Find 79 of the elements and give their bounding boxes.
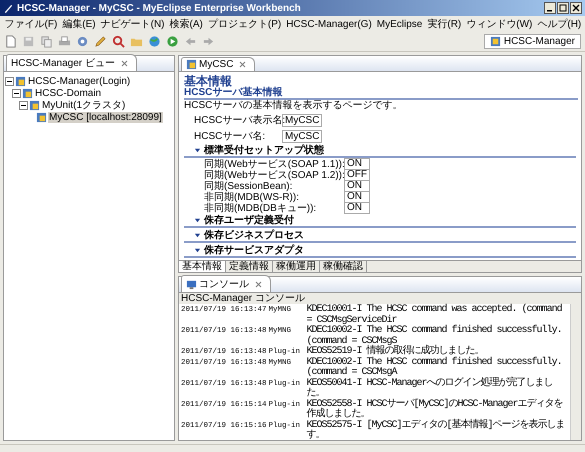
status-label: 非同期(MDB(WS-R)): [204,192,300,202]
tree-item[interactable]: HCSC-Manager(Login) [27,76,132,86]
description-text: HCSCサーバの基本情報を表示するページです。 [184,100,404,111]
close-icon[interactable] [255,280,262,288]
tree-item[interactable]: MyCSC [localhost:28099] [48,112,163,122]
new-file-icon[interactable] [4,35,17,48]
menu-item[interactable]: ファイル(F) [2,17,60,31]
console-label: HCSC-Manager コンソール [179,293,581,304]
page-tab[interactable]: 稼働確認 [320,261,367,272]
status-value: ON [344,190,370,202]
scrollbar[interactable] [570,304,581,440]
node-icon [36,112,47,122]
page-tab[interactable]: 基本情報 [179,261,226,272]
page-tab[interactable]: 稼働運用 [273,261,320,272]
globe-icon[interactable] [148,35,161,48]
print-icon[interactable] [58,35,71,48]
node-icon [15,76,26,86]
value-field: MyCSC [282,130,322,142]
maximize-button[interactable] [557,2,569,14]
status-label: 同期(Webサービス(SOAP 1.1)): [204,158,344,170]
collapse-icon[interactable] [194,217,201,224]
log-message: KEOS52575-I [MyCSC]エディタの[基本情報]ページを表示します。 [306,420,566,442]
minimize-button[interactable] [544,2,556,14]
node-icon [22,88,33,98]
menu-item[interactable]: 検索(A) [167,17,206,31]
log-message: KDEC10001-I The HCSC command was accepted. (command = CSCMsgServiceDir [306,305,563,326]
menu-item[interactable]: 編集(E) [60,17,98,31]
close-icon[interactable] [239,61,246,68]
pencil-icon[interactable] [94,35,107,48]
page-title: 基本情報 [184,73,232,87]
log-message: KEOS50041-I HCSC-Managerへのログイン処理が完了しました。 [306,378,554,399]
status-value: ON [344,180,370,192]
page-tab[interactable]: 定義情報 [226,261,273,272]
node-icon [186,59,197,70]
app-icon [3,2,14,14]
window-title: HCSC-Manager - MyCSC - MyEclipse Enterprise Workbench [17,2,301,14]
field-label: HCSCサーバ表示名: [194,114,282,127]
monitor-icon [186,278,197,290]
menu-item[interactable]: 実行(R) [424,17,464,31]
section-heading: 侏存サービスアダプタ [204,245,304,256]
editor-tab[interactable]: MyCSC [181,57,256,71]
section-heading: 侏存ビジネスプロセス [204,230,304,241]
status-label: 同期(SessionBean): [204,180,294,192]
close-button[interactable] [570,2,582,14]
log-message: KEOS52558-I HCSCサーバ[MyCSC]のHCSC-Managerエディタを作成しました。 [306,400,563,420]
status-label: 同期(Webサービス(SOAP 1.2)): [204,170,344,180]
collapse-icon[interactable] [5,76,14,86]
status-value: ON [344,202,370,214]
field-label: HCSCサーバ名: [194,130,266,143]
tree-item[interactable]: HCSC-Domain [34,88,102,98]
menu-item[interactable]: ナビゲート(N) [98,17,168,31]
close-icon[interactable] [120,60,128,66]
search-icon[interactable] [112,35,125,48]
collapse-icon[interactable] [194,232,201,239]
view-tab[interactable]: HCSC-Manager ビュー [6,54,137,71]
collapse-icon[interactable] [12,88,21,98]
menu-item[interactable]: MyEclipse [374,18,425,30]
status-label: 非同期(MDB(DBキュー)): [204,202,318,214]
perspective-icon [490,36,501,47]
menu-item[interactable]: ウィンドウ(W) [464,17,535,31]
menu-item[interactable]: HCSC-Manager(G) [284,18,374,30]
copy-icon[interactable] [40,35,53,48]
run-icon[interactable] [166,35,179,48]
console-tab[interactable]: コンソール [181,275,271,292]
collapse-icon[interactable] [194,247,201,254]
log-message: KEOS52519-I 情報の取得に成功しました。 [306,347,484,357]
section-heading: 侏存ユーザ定義受付 [204,215,294,226]
perspective-button[interactable]: HCSC-Manager [484,34,581,49]
collapse-icon[interactable] [194,147,201,154]
menu-item[interactable]: ヘルプ(H) [534,17,584,31]
status-value: ON [344,158,370,170]
node-icon [29,100,40,110]
tree-item[interactable]: MyUnit(1クラスタ) [41,98,126,112]
section-heading: HCSCサーバ基本情報 [184,87,578,100]
section-heading: 標準受付セットアップ状態 [204,145,324,156]
menu-item[interactable]: プロジェクト(P) [205,17,284,31]
log-message: KDEC10002-I The HCSC command finished successfully. (command = CSCMsgA [306,358,563,378]
status-value: OFF [344,168,370,180]
collapse-icon[interactable] [19,100,28,110]
